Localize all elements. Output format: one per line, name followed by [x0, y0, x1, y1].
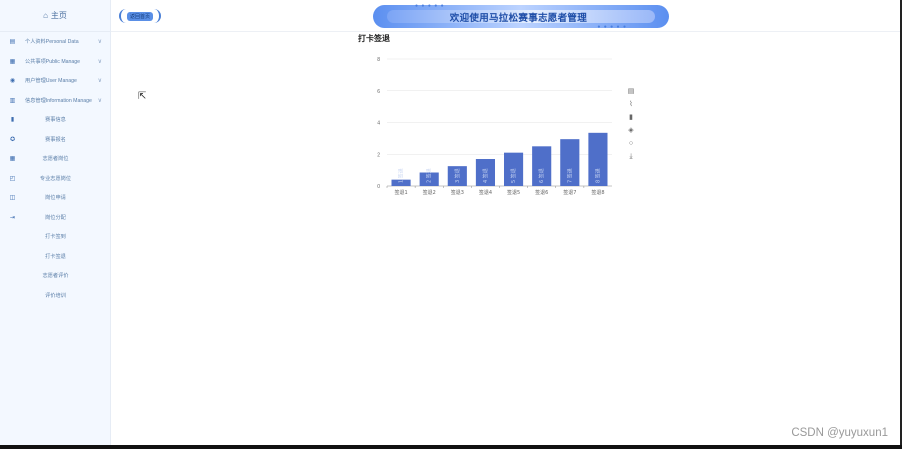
bar-data-label: 7 签退	[566, 168, 573, 183]
bar	[447, 166, 467, 186]
watermark: CSDN @yuyuxun1	[791, 427, 888, 439]
banner-dots-top: ● ● ● ● ●	[415, 3, 445, 9]
home-link[interactable]: ⌂ 主页	[0, 0, 110, 32]
x-tick-label: 签退3	[451, 189, 464, 196]
mouse-cursor-icon: ⇱	[138, 91, 147, 102]
bar-data-label: 3 签退	[454, 168, 461, 183]
home-label: 主页	[50, 11, 67, 20]
restore-icon[interactable]: ○	[627, 140, 635, 148]
top-bar: 返回首页 欢迎使用马拉松赛事志愿者管理 ● ● ● ● ● ● ● ● ● ●	[111, 0, 900, 32]
bar-data-label: 5 签退	[510, 168, 517, 183]
bar-data-label: 6 签退	[538, 168, 545, 183]
x-tick-label: 签退8	[591, 189, 604, 196]
home-icon: ⌂	[43, 11, 48, 20]
sidebar-menu: ▤ 个人资料Personal Data ∨ ▦ 公共事项Public Manag…	[0, 32, 110, 305]
y-tick-label: 2	[377, 152, 380, 158]
chevron-down-icon: ∨	[97, 78, 102, 84]
submenu-checkout[interactable]: 打卡签退	[0, 247, 110, 267]
x-tick-label: 签退4	[479, 189, 492, 196]
bar	[391, 179, 411, 186]
chart-title: 打卡签退	[358, 34, 390, 43]
chevron-up-icon: ∨	[97, 97, 102, 104]
submenu-checkin[interactable]: 打卡签到	[0, 227, 110, 247]
bar	[560, 139, 580, 186]
bar	[588, 132, 608, 186]
users-icon: ◉	[9, 78, 16, 85]
submenu-event-info[interactable]: ▮ 赛事信息	[0, 110, 110, 130]
banner-title: 欢迎使用马拉松赛事志愿者管理	[449, 12, 587, 24]
y-tick-label: 0	[377, 184, 380, 190]
welcome-banner: 欢迎使用马拉松赛事志愿者管理 ● ● ● ● ● ● ● ● ● ●	[373, 3, 669, 30]
x-tick-label: 签退6	[535, 189, 548, 196]
menu-user-manage[interactable]: ◉ 用户管理User Manage ∨	[0, 71, 110, 91]
y-tick-label: 4	[377, 121, 380, 127]
document-icon: ▤	[9, 39, 16, 46]
x-tick-label: 签退2	[423, 189, 436, 196]
x-tick-label: 签退5	[507, 189, 520, 196]
back-home-label: 返回首页	[126, 11, 153, 21]
window-edge-bottom	[0, 445, 902, 449]
bar	[532, 146, 552, 186]
banner-inner: 欢迎使用马拉松赛事志愿者管理	[387, 10, 655, 24]
y-tick-label: 6	[377, 89, 380, 95]
bar-chart-icon[interactable]: ▮	[627, 114, 635, 122]
checkout-bar-chart: 0 2 4 6 8 1 签退签退1 2 签退签退2 3 签退签退3 4 签退签退4 5 签退签退5…	[377, 57, 612, 196]
submenu-event-signup[interactable]: ✪ 赛事报名	[0, 130, 110, 150]
submenu-review-training[interactable]: 评价培训	[0, 286, 110, 306]
bar	[504, 152, 524, 186]
menu-public-manage[interactable]: ▦ 公共事项Public Manage ∨	[0, 52, 110, 72]
submenu-volunteer-review[interactable]: 志愿者评价	[0, 266, 110, 286]
stack-icon[interactable]: ◈	[627, 127, 635, 135]
back-home-button[interactable]: 返回首页	[119, 9, 161, 23]
banner-dots-bottom: ● ● ● ● ●	[597, 24, 627, 30]
submenu-volunteer-post[interactable]: ▦ 志愿者岗位	[0, 149, 110, 169]
sidebar: ⌂ 主页 ▤ 个人资料Personal Data ∨ ▦ 公共事项Public …	[0, 0, 111, 445]
submenu-post-assign[interactable]: ⇥ 岗位分配	[0, 208, 110, 228]
data-view-icon[interactable]: ▤	[627, 88, 635, 96]
x-tick-label: 签退7	[563, 189, 576, 196]
bar	[475, 159, 495, 186]
x-tick-label: 签退1	[394, 189, 407, 196]
submenu-post-apply[interactable]: ◫ 岗位申请	[0, 188, 110, 208]
bar-data-label: 2 签退	[426, 168, 433, 183]
chevron-down-icon: ∨	[97, 58, 102, 65]
chevron-down-icon: ∨	[97, 39, 102, 45]
chart-icon: ▥	[9, 97, 16, 104]
line-chart-icon[interactable]: ⌇	[627, 101, 635, 109]
chart-toolbox: ▤ ⌇ ▮ ◈ ○ ⤓	[627, 88, 635, 161]
bar-data-label: 8 签退	[594, 168, 601, 183]
download-icon[interactable]: ⤓	[627, 153, 635, 161]
bar-data-label: 1 签退	[398, 168, 405, 183]
clipboard-icon: ▦	[9, 58, 16, 65]
menu-personal-data[interactable]: ▤ 个人资料Personal Data ∨	[0, 32, 110, 52]
bar-data-label: 4 签退	[482, 168, 489, 183]
menu-information-manage[interactable]: ▥ 信息管理Information Manage ∨	[0, 91, 110, 111]
submenu-pro-volunteer-post[interactable]: ◰ 专业志愿岗位	[0, 169, 110, 189]
y-tick-label: 8	[377, 57, 380, 63]
bar	[419, 172, 439, 186]
